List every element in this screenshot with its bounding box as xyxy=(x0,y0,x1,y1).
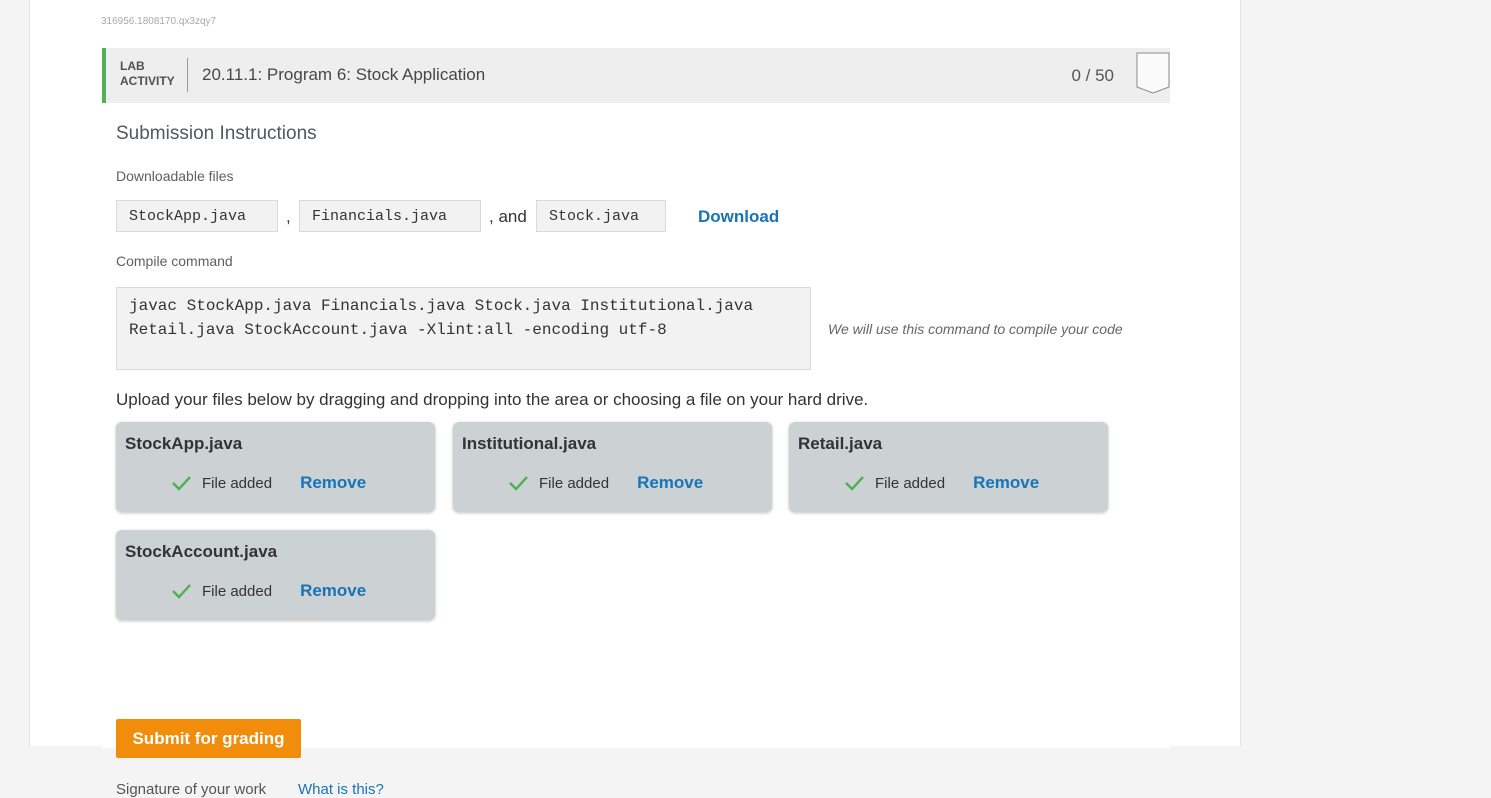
lab-score: 0 / 50 xyxy=(1071,66,1114,85)
check-icon xyxy=(509,476,528,491)
remove-button[interactable]: Remove xyxy=(300,581,366,601)
lab-activity-tag: LAB ACTIVITY xyxy=(120,59,175,89)
download-link[interactable]: Download xyxy=(698,207,779,227)
upload-card-institutional[interactable]: Institutional.java File added Remove xyxy=(453,422,772,512)
signature-label: Signature of your work xyxy=(116,781,267,798)
what-is-this-link[interactable]: What is this? xyxy=(298,781,384,798)
upload-status: File added Remove xyxy=(170,472,366,494)
file-added-text: File added xyxy=(202,582,273,600)
upload-file-name: Retail.java xyxy=(798,434,883,453)
upload-card-stockaccount[interactable]: StockAccount.java File added Remove xyxy=(116,530,435,620)
lab-title: 20.11.1: Program 6: Stock Application xyxy=(202,65,486,84)
downloadable-files-label: Downloadable files xyxy=(116,168,234,184)
file-added-text: File added xyxy=(539,474,610,492)
compile-command-label: Compile command xyxy=(116,253,233,269)
lab-activity-card: LAB ACTIVITY 20.11.1: Program 6: Stock A… xyxy=(102,48,1170,798)
submit-for-grading-button[interactable]: Submit for grading xyxy=(116,719,301,758)
lab-header: LAB ACTIVITY 20.11.1: Program 6: Stock A… xyxy=(102,48,1170,103)
remove-button[interactable]: Remove xyxy=(300,473,366,493)
check-icon xyxy=(172,584,191,599)
upload-file-name: Institutional.java xyxy=(462,434,597,453)
upload-status: File added Remove xyxy=(170,580,366,602)
file-chip-stockapp: StockApp.java xyxy=(116,200,278,232)
page-container: 316956.1808170.qx3zqy7 LAB ACTIVITY 20.1… xyxy=(29,0,1241,798)
remove-button[interactable]: Remove xyxy=(973,473,1039,493)
file-separator-comma: , xyxy=(286,207,291,226)
compile-command-box: javac StockApp.java Financials.java Stoc… xyxy=(116,287,811,370)
upload-instructions: Upload your files below by dragging and … xyxy=(116,390,869,409)
check-icon xyxy=(172,476,191,491)
file-chip-financials: Financials.java xyxy=(299,200,481,232)
upload-status: File added Remove xyxy=(843,472,1039,494)
submission-heading: Submission Instructions xyxy=(116,123,317,144)
compile-command-note: We will use this command to compile your… xyxy=(828,321,1123,337)
file-separator-and: , and xyxy=(489,207,527,226)
upload-card-retail[interactable]: Retail.java File added Remove xyxy=(789,422,1108,512)
header-divider xyxy=(187,58,188,92)
upload-card-stockapp[interactable]: StockApp.java File added Remove xyxy=(116,422,435,512)
lab-tag-line2: ACTIVITY xyxy=(120,74,175,88)
file-added-text: File added xyxy=(202,474,273,492)
file-added-text: File added xyxy=(875,474,946,492)
completion-badge-icon xyxy=(1136,52,1170,94)
remove-button[interactable]: Remove xyxy=(637,473,703,493)
check-icon xyxy=(845,476,864,491)
lab-id-text: 316956.1808170.qx3zqy7 xyxy=(101,16,217,27)
file-chip-stock: Stock.java xyxy=(536,200,666,232)
upload-file-name: StockAccount.java xyxy=(125,542,278,561)
upload-status: File added Remove xyxy=(507,472,703,494)
upload-file-name: StockApp.java xyxy=(125,434,243,453)
lab-tag-line1: LAB xyxy=(120,59,145,73)
